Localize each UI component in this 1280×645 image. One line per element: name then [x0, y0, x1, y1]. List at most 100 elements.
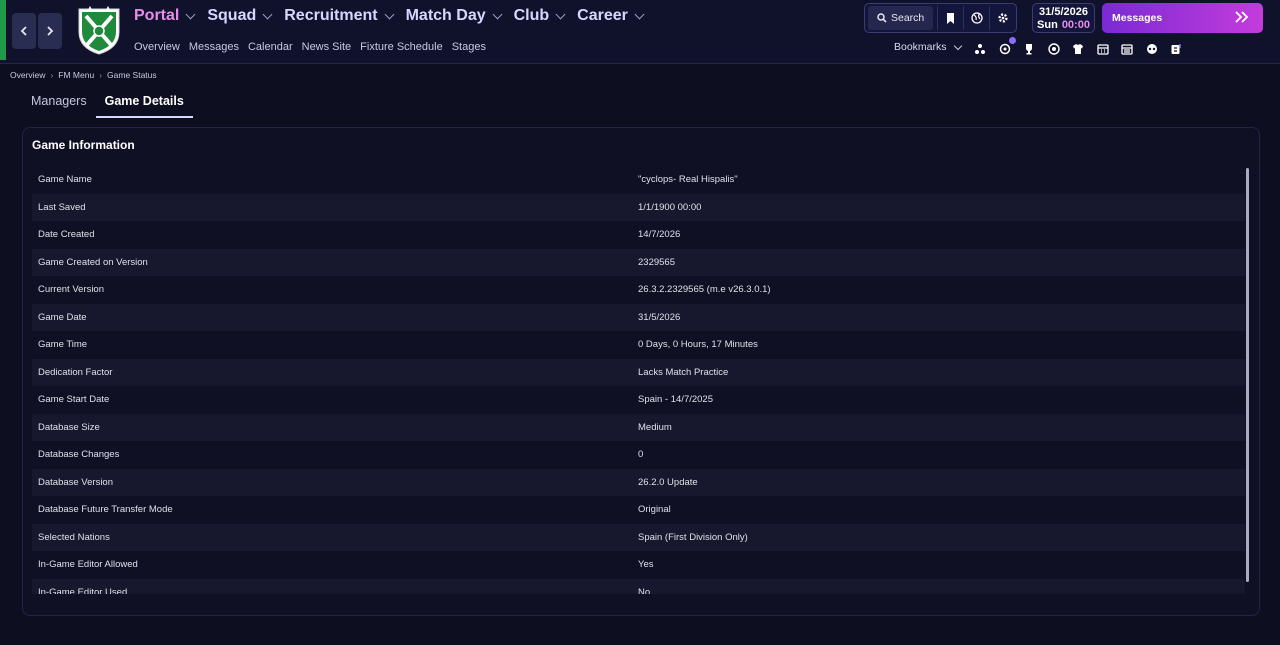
row-key: Dedication Factor	[38, 366, 113, 378]
chevron-left-icon	[20, 26, 27, 36]
bookmark-finances[interactable]	[1168, 41, 1184, 57]
nav-career[interactable]: Career	[577, 7, 645, 25]
nav-label: Portal	[134, 7, 180, 24]
subnav-overview[interactable]: Overview	[134, 41, 180, 53]
bookmark-dynamics[interactable]	[997, 37, 1016, 57]
nav-squad[interactable]: Squad	[207, 7, 273, 25]
chevron-down-icon	[492, 9, 503, 19]
gear-icon	[998, 13, 1008, 23]
table-row: Date Created 14/7/2026	[32, 221, 1245, 249]
game-information-panel: Game Information Game Name "cyclops- Real…	[22, 127, 1260, 616]
row-value: 26.2.0 Update	[638, 476, 698, 488]
table-row: Game Start Date Spain - 14/7/2025	[32, 386, 1245, 414]
breadcrumb: Overview › FM Menu › Game Status	[10, 70, 157, 80]
row-value: 0	[638, 449, 644, 461]
current-date: 31/5/2026	[1039, 6, 1088, 18]
bookmark-club-vision[interactable]	[1046, 41, 1062, 57]
subnav-messages[interactable]: Messages	[189, 41, 239, 53]
messages-button[interactable]: Messages	[1102, 3, 1263, 33]
chevron-down-icon	[634, 9, 645, 19]
nav-label: Career	[577, 7, 628, 24]
bookmark-squad[interactable]	[1070, 41, 1086, 57]
main-navigation: Portal Squad Recruitment Match Day Club …	[134, 7, 656, 25]
settings-button[interactable]	[989, 6, 1015, 30]
back-button[interactable]	[12, 13, 36, 49]
row-key: Game Date	[38, 311, 87, 323]
club-crest-icon	[78, 5, 120, 55]
bookmark-button[interactable]	[937, 6, 963, 30]
nav-recruitment[interactable]: Recruitment	[284, 7, 395, 25]
tab-managers[interactable]: Managers	[22, 88, 96, 118]
tab-bar: Managers Game Details	[22, 88, 193, 118]
continue-date-box[interactable]: 31/5/2026 Sun 00:00	[1032, 3, 1095, 33]
row-key: Current Version	[38, 284, 105, 296]
table-row: Database Size Medium	[32, 413, 1245, 441]
breadcrumb-item[interactable]: Overview	[10, 70, 45, 80]
chevron-down-icon	[262, 9, 273, 19]
search-icon	[877, 13, 887, 23]
breadcrumb-item: Game Status	[107, 70, 157, 80]
nav-label: Recruitment	[284, 7, 378, 24]
target-icon	[1047, 43, 1060, 55]
row-key: Database Changes	[38, 449, 120, 461]
row-key: Game Created on Version	[38, 256, 148, 268]
row-value: "cyclops- Real Hispalis"	[638, 174, 738, 186]
row-value: 0 Days, 0 Hours, 17 Minutes	[638, 339, 758, 351]
table-row: Database Future Transfer Mode Original	[32, 496, 1245, 524]
row-key: Database Size	[38, 421, 100, 433]
schedule-icon	[1121, 44, 1133, 55]
top-bar: Portal Squad Recruitment Match Day Club …	[0, 0, 1280, 64]
bookmark-competitions[interactable]	[1021, 41, 1037, 57]
subnav-news-site[interactable]: News Site	[302, 41, 352, 53]
finance-icon	[1171, 44, 1181, 54]
row-key: In-Game Editor Allowed	[38, 559, 138, 571]
club-crest[interactable]	[76, 5, 122, 56]
tab-game-details[interactable]: Game Details	[95, 88, 193, 118]
row-key: Game Name	[38, 174, 92, 186]
table-row: Current Version 26.3.2.2329565 (m.e v26.3…	[32, 276, 1245, 304]
search-button[interactable]: Search	[868, 6, 934, 30]
forward-button[interactable]	[38, 13, 62, 49]
bookmarks-label: Bookmarks	[894, 41, 947, 53]
calendar-icon	[1096, 44, 1109, 55]
notification-badge	[1008, 37, 1016, 44]
row-value: 26.3.2.2329565 (m.e v26.3.0.1)	[638, 284, 771, 296]
subnav-stages[interactable]: Stages	[452, 41, 486, 53]
row-value: 1/1/1900 00:00	[638, 201, 702, 213]
table-row: Database Version 26.2.0 Update	[32, 468, 1245, 496]
row-value: 2329565	[638, 256, 675, 268]
bookmark-shortcuts	[972, 37, 1193, 57]
bookmark-calendar[interactable]	[1095, 41, 1111, 57]
game-info-table[interactable]: Game Name "cyclops- Real Hispalis" Last S…	[32, 166, 1245, 594]
bookmark-icon	[947, 12, 955, 24]
bookmarks-dropdown[interactable]: Bookmarks	[894, 41, 962, 53]
bookmark-schedule[interactable]	[1119, 41, 1135, 57]
table-row: In-Game Editor Used No	[32, 578, 1245, 594]
nav-match-day[interactable]: Match Day	[406, 7, 503, 25]
toolbar: Search	[864, 3, 1017, 33]
breadcrumb-item[interactable]: FM Menu	[58, 70, 94, 80]
chevron-right-icon	[47, 26, 54, 36]
table-row: Last Saved 1/1/1900 00:00	[32, 193, 1245, 221]
row-value: Lacks Match Practice	[638, 366, 729, 378]
messages-label: Messages	[1112, 12, 1163, 24]
table-row: Selected Nations Spain (First Division On…	[32, 523, 1245, 551]
nav-club[interactable]: Club	[514, 7, 566, 25]
table-scrollbar[interactable]	[1246, 168, 1249, 582]
bookmark-scouting[interactable]	[1144, 41, 1160, 57]
nav-portal[interactable]: Portal	[134, 7, 196, 25]
shirt-icon	[1073, 44, 1083, 54]
world-button[interactable]	[963, 6, 989, 30]
subnav-calendar[interactable]: Calendar	[248, 41, 293, 53]
table-row: Game Date 31/5/2026	[32, 303, 1245, 331]
current-time: 00:00	[1061, 19, 1090, 31]
chevron-right-icon: ›	[50, 70, 54, 80]
globe-icon	[971, 12, 983, 24]
chevron-right-icon: ›	[99, 70, 103, 80]
bookmark-tactics[interactable]	[972, 41, 988, 57]
row-value: Medium	[638, 421, 672, 433]
row-key: In-Game Editor Used	[38, 586, 128, 594]
subnav-fixture-schedule[interactable]: Fixture Schedule	[360, 41, 443, 53]
table-row: Database Changes 0	[32, 441, 1245, 469]
row-key: Game Start Date	[38, 394, 110, 406]
